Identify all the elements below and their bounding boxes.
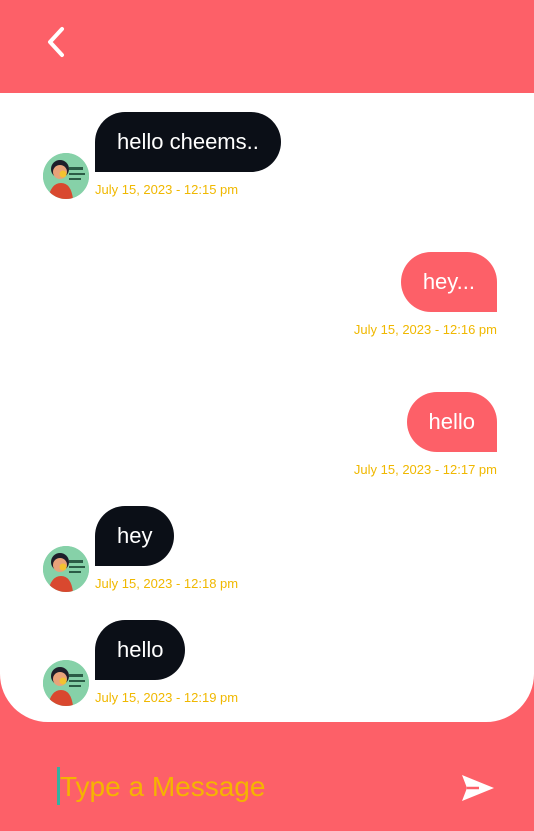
message-timestamp: July 15, 2023 - 12:15 pm xyxy=(95,182,239,197)
message-bubble-incoming[interactable]: hello cheems.. xyxy=(95,112,281,172)
avatar xyxy=(43,153,89,199)
send-button[interactable] xyxy=(458,770,498,806)
avatar xyxy=(43,660,89,706)
message-timestamp: July 15, 2023 - 12:18 pm xyxy=(95,576,239,591)
app-header xyxy=(0,0,534,93)
avatar xyxy=(43,546,89,592)
chevron-left-icon xyxy=(48,27,64,57)
message-timestamp: July 15, 2023 - 12:19 pm xyxy=(95,690,239,705)
chat-area[interactable]: hello cheems.. July 15, 2023 - 12:15 pm … xyxy=(0,93,534,722)
back-button[interactable] xyxy=(38,24,74,60)
message-timestamp: July 15, 2023 - 12:17 pm xyxy=(353,462,497,477)
message-bubble-incoming[interactable]: hey xyxy=(95,506,175,566)
message-timestamp: July 15, 2023 - 12:16 pm xyxy=(353,322,497,337)
message-bubble-outgoing[interactable]: hello xyxy=(406,392,497,452)
message-bubble-incoming[interactable]: hello xyxy=(95,620,186,680)
message-input[interactable] xyxy=(60,765,440,809)
send-icon xyxy=(462,775,494,801)
message-bubble-outgoing[interactable]: hey... xyxy=(400,252,497,312)
